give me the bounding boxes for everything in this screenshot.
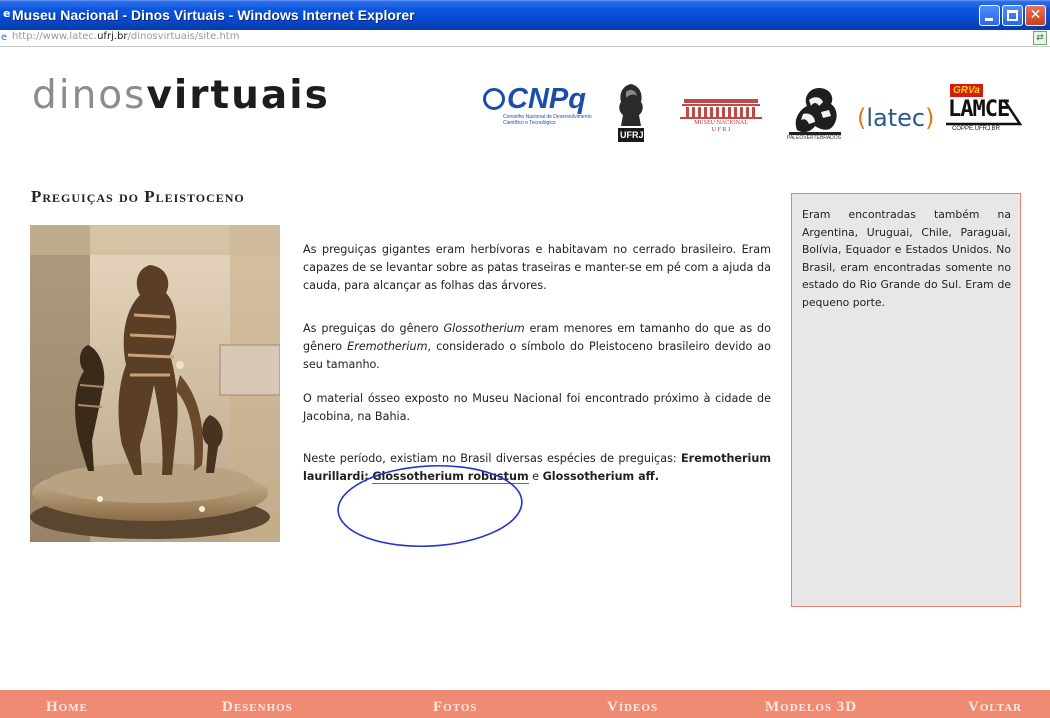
latec-name: latec	[866, 104, 926, 132]
museu-label: MUSEU NACIONAL U F R J	[676, 120, 766, 133]
close-icon: ✕	[1029, 7, 1042, 23]
url-prefix: http://www.latec.	[12, 31, 98, 42]
species-glossotherium-aff: Glossotherium aff.	[542, 470, 659, 483]
site-logo[interactable]: dinosvirtuais	[32, 76, 330, 115]
museu-sub: U F R J	[711, 126, 731, 133]
url-domain: ufrj.br	[97, 31, 128, 42]
logo-part-dinos: dinos	[32, 73, 147, 118]
cnpq-name: CNPq	[507, 83, 586, 115]
maximize-button[interactable]	[1002, 5, 1023, 26]
lamce-logo[interactable]: GRVa LAMCE COPPE.UFRJ.BR	[942, 84, 1022, 144]
sidebar-info-box: Eram encontradas também na Argentina, Ur…	[791, 193, 1021, 607]
page-title: Preguiças do Pleistoceno	[31, 187, 245, 206]
nav-fotos[interactable]: Fotos	[433, 699, 478, 716]
page-icon: e	[1, 32, 8, 43]
ufrj-logo[interactable]: UFRJ	[612, 82, 650, 146]
museu-name: MUSEU NACIONAL	[694, 120, 748, 126]
paragraph-2: As preguiças do gênero Glossotherium era…	[303, 320, 771, 374]
logo-part-virtuais: virtuais	[146, 73, 330, 118]
nav-modelos-3d[interactable]: Modelos 3D	[765, 699, 857, 716]
latec-logo[interactable]: (latec)	[857, 98, 935, 138]
nav-desenhos[interactable]: Desenhos	[222, 699, 293, 716]
cnpq-subtitle: Conselho Nacional de Desenvolvimento Cie…	[503, 114, 592, 126]
url-path: /dinosvirtuais/site.htm	[127, 31, 240, 42]
genus-eremotherium: Eremotherium	[347, 340, 428, 353]
annotation-circle	[337, 464, 523, 548]
cnpq-wordmark: CNPq	[483, 85, 598, 114]
lamce-triangle-icon	[946, 99, 1022, 126]
minimize-button[interactable]	[979, 5, 1000, 26]
nav-home[interactable]: Home	[46, 699, 88, 716]
window-title-bar[interactable]: e Museu Nacional - Dinos Virtuais - Wind…	[0, 0, 1050, 30]
maximize-icon	[1007, 10, 1018, 21]
sidebar-text: Eram encontradas também na Argentina, Ur…	[802, 208, 1011, 309]
paleo-label: PALEOVERTEBRADOS	[787, 135, 841, 141]
sloth-skeleton-exhibit-photo	[30, 225, 280, 542]
address-bar[interactable]: e http://www.latec.ufrj.br/dinosvirtuais…	[0, 30, 1050, 47]
latec-paren-right: )	[925, 104, 935, 132]
lamce-subtitle: COPPE.UFRJ.BR	[952, 126, 1001, 132]
cnpq-symbol-icon	[483, 88, 505, 110]
cnpq-logo[interactable]: CNPq Conselho Nacional de Desenvolviment…	[483, 85, 598, 141]
ufrj-label: UFRJ	[620, 130, 644, 140]
p2-text-a: As preguiças do gênero	[303, 322, 444, 335]
paragraph-1: As preguiças gigantes eram herbívoras e …	[303, 243, 771, 292]
nav-videos[interactable]: Vídeos	[607, 699, 658, 716]
nav-voltar[interactable]: Voltar	[968, 699, 1022, 716]
museu-nacional-logo[interactable]: MUSEU NACIONAL U F R J	[676, 96, 766, 134]
close-button[interactable]: ✕	[1025, 5, 1046, 26]
address-url[interactable]: http://www.latec.ufrj.br/dinosvirtuais/s…	[12, 31, 239, 42]
latec-paren-left: (	[857, 104, 867, 132]
paleo-dinosaur-icon	[789, 88, 841, 135]
paragraph-3: O material ósseo exposto no Museu Nacion…	[303, 392, 771, 423]
paleovertebrados-logo[interactable]: PALEOVERTEBRADOS	[785, 80, 845, 146]
p4-and: e	[528, 470, 543, 483]
window-title: Museu Nacional - Dinos Virtuais - Window…	[12, 7, 415, 23]
bottom-nav-bar: Home Desenhos Fotos Vídeos Modelos 3D Vo…	[0, 690, 1050, 718]
genus-glossotherium: Glossotherium	[443, 322, 525, 335]
compatibility-view-icon[interactable]: ⇄	[1033, 31, 1047, 45]
window-controls: ✕	[979, 5, 1046, 27]
minimize-icon	[985, 18, 993, 21]
museu-building-icon	[680, 99, 762, 119]
